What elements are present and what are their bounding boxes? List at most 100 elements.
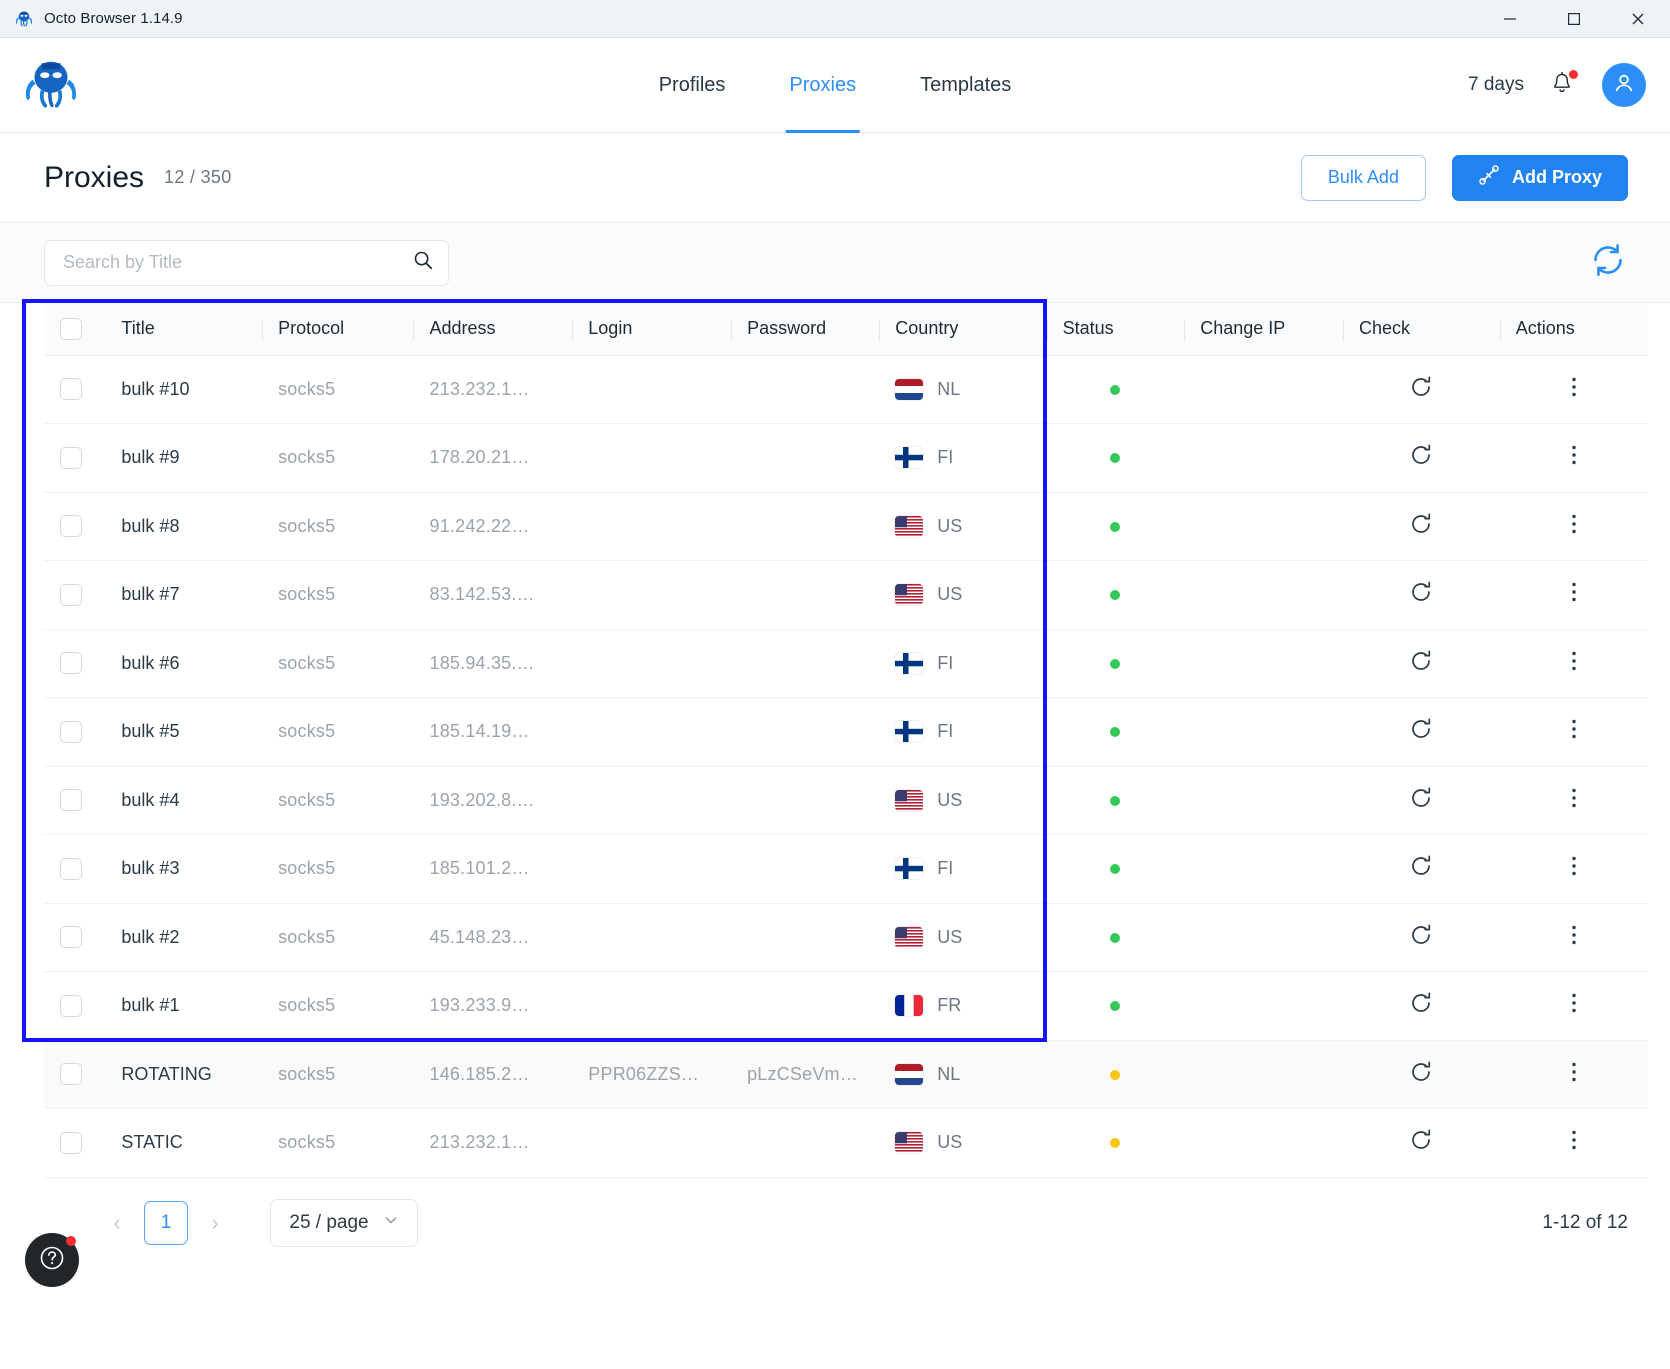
cell-address: 185.14.19…	[413, 698, 572, 767]
row-checkbox[interactable]	[60, 789, 82, 811]
table-row[interactable]: bulk #2socks545.148.23…US	[44, 903, 1648, 972]
reload-check-icon[interactable]	[1408, 511, 1434, 537]
row-select-cell	[44, 492, 105, 561]
row-checkbox[interactable]	[60, 652, 82, 674]
cell-change-ip	[1184, 355, 1343, 424]
page-size-select[interactable]: 25 / page	[270, 1199, 418, 1247]
notifications-button[interactable]	[1550, 71, 1576, 99]
kebab-menu-icon[interactable]	[1564, 374, 1584, 400]
nav-item-profiles[interactable]: Profiles	[655, 38, 730, 133]
user-avatar-button[interactable]	[1602, 63, 1646, 107]
cell-title: bulk #5	[105, 698, 262, 767]
reload-check-icon[interactable]	[1408, 853, 1434, 879]
kebab-menu-icon[interactable]	[1564, 716, 1584, 742]
nav-item-templates[interactable]: Templates	[916, 38, 1015, 133]
cell-password	[731, 698, 879, 767]
maximize-button[interactable]	[1542, 0, 1606, 38]
kebab-menu-icon[interactable]	[1564, 853, 1584, 879]
cell-check	[1343, 835, 1500, 904]
column-header-change-ip[interactable]: Change IP	[1184, 303, 1343, 355]
column-header-password[interactable]: Password	[731, 303, 879, 355]
cell-address: 146.185.2…	[413, 1040, 572, 1109]
reload-check-icon[interactable]	[1408, 922, 1434, 948]
reload-check-icon[interactable]	[1408, 990, 1434, 1016]
close-button[interactable]	[1606, 0, 1670, 38]
reload-check-icon[interactable]	[1408, 785, 1434, 811]
table-row[interactable]: bulk #5socks5185.14.19…FI	[44, 698, 1648, 767]
row-checkbox[interactable]	[60, 378, 82, 400]
table-row[interactable]: bulk #7socks583.142.53.…US	[44, 561, 1648, 630]
add-proxy-label: Add Proxy	[1512, 167, 1602, 188]
kebab-menu-icon[interactable]	[1564, 922, 1584, 948]
table-row[interactable]: ROTATINGsocks5146.185.2…PPR06ZZS…pLzCSeV…	[44, 1040, 1648, 1109]
cell-password	[731, 424, 879, 493]
row-checkbox[interactable]	[60, 995, 82, 1017]
reload-check-icon[interactable]	[1408, 1059, 1434, 1085]
cell-check	[1343, 766, 1500, 835]
row-checkbox[interactable]	[60, 515, 82, 537]
cell-change-ip	[1184, 835, 1343, 904]
row-checkbox[interactable]	[60, 721, 82, 743]
column-header-login[interactable]: Login	[572, 303, 731, 355]
cell-country: FI	[879, 424, 1046, 493]
column-header-status[interactable]: Status	[1047, 303, 1185, 355]
kebab-menu-icon[interactable]	[1564, 1127, 1584, 1153]
refresh-button[interactable]	[1588, 240, 1628, 285]
column-header-protocol[interactable]: Protocol	[262, 303, 413, 355]
kebab-menu-icon[interactable]	[1564, 648, 1584, 674]
cell-password	[731, 1109, 879, 1178]
cell-actions	[1500, 903, 1648, 972]
reload-check-icon[interactable]	[1408, 1127, 1434, 1153]
cell-password	[731, 835, 879, 904]
row-checkbox[interactable]	[60, 1063, 82, 1085]
column-header-actions[interactable]: Actions	[1500, 303, 1648, 355]
reload-check-icon[interactable]	[1408, 648, 1434, 674]
reload-check-icon[interactable]	[1408, 579, 1434, 605]
reload-check-icon[interactable]	[1408, 716, 1434, 742]
row-checkbox[interactable]	[60, 1132, 82, 1154]
row-checkbox[interactable]	[60, 926, 82, 948]
table-row[interactable]: bulk #1socks5193.233.9…FR	[44, 972, 1648, 1041]
table-row[interactable]: bulk #10socks5213.232.1…NL	[44, 355, 1648, 424]
column-header-check[interactable]: Check	[1343, 303, 1500, 355]
row-checkbox[interactable]	[60, 447, 82, 469]
kebab-menu-icon[interactable]	[1564, 511, 1584, 537]
table-header: Title Protocol Address Login Password Co…	[44, 303, 1648, 355]
cell-country: US	[879, 1109, 1046, 1178]
table-row[interactable]: bulk #8socks591.242.22…US	[44, 492, 1648, 561]
table-row[interactable]: bulk #3socks5185.101.2…FI	[44, 835, 1648, 904]
kebab-menu-icon[interactable]	[1564, 1059, 1584, 1085]
reload-check-icon[interactable]	[1408, 374, 1434, 400]
search-icon[interactable]	[412, 249, 434, 276]
cell-address: 178.20.21…	[413, 424, 572, 493]
search-input[interactable]	[63, 252, 412, 273]
column-header-address[interactable]: Address	[413, 303, 572, 355]
cell-title: STATIC	[105, 1109, 262, 1178]
kebab-menu-icon[interactable]	[1564, 990, 1584, 1016]
row-checkbox[interactable]	[60, 584, 82, 606]
kebab-menu-icon[interactable]	[1564, 579, 1584, 605]
table-row[interactable]: bulk #4socks5193.202.8.…US	[44, 766, 1648, 835]
column-header-title[interactable]: Title	[105, 303, 262, 355]
page-number-1[interactable]: 1	[144, 1201, 188, 1245]
table-row[interactable]: bulk #6socks5185.94.35.…FI	[44, 629, 1648, 698]
select-all-checkbox[interactable]	[60, 318, 82, 340]
table-row[interactable]: bulk #9socks5178.20.21…FI	[44, 424, 1648, 493]
column-header-country[interactable]: Country	[879, 303, 1046, 355]
reload-check-icon[interactable]	[1408, 442, 1434, 468]
minimize-button[interactable]	[1478, 0, 1542, 38]
nav-item-proxies[interactable]: Proxies	[785, 38, 860, 133]
help-button[interactable]	[25, 1233, 79, 1287]
cell-login	[572, 698, 731, 767]
bulk-add-button[interactable]: Bulk Add	[1301, 155, 1426, 201]
cell-address: 91.242.22…	[413, 492, 572, 561]
next-page-button[interactable]: ›	[198, 1204, 232, 1242]
kebab-menu-icon[interactable]	[1564, 785, 1584, 811]
kebab-menu-icon[interactable]	[1564, 442, 1584, 468]
prev-page-button[interactable]: ‹	[100, 1204, 134, 1242]
table-row[interactable]: STATICsocks5213.232.1…US	[44, 1109, 1648, 1178]
user-avatar-icon	[1611, 70, 1637, 101]
row-checkbox[interactable]	[60, 858, 82, 880]
add-proxy-button[interactable]: Add Proxy	[1452, 155, 1628, 201]
search-box[interactable]	[44, 240, 449, 286]
